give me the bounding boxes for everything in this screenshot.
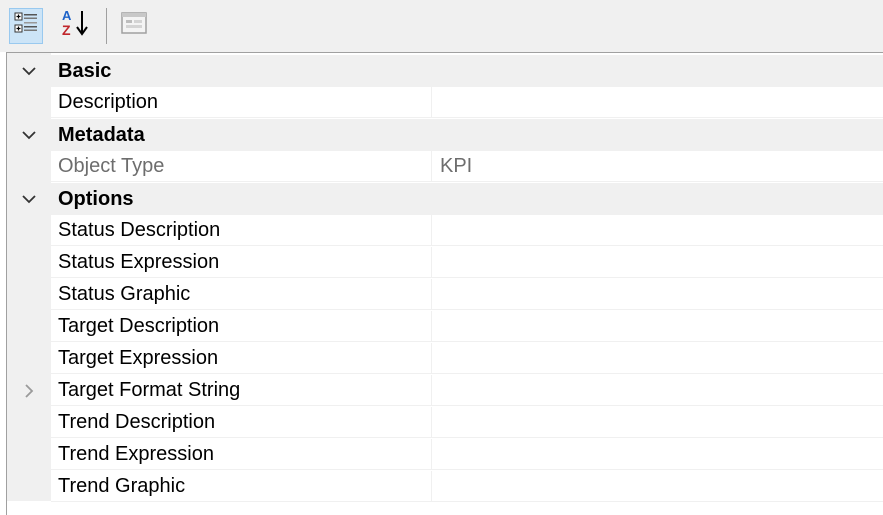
property-value[interactable] <box>431 87 883 118</box>
svg-text:A: A <box>62 8 72 23</box>
categorized-view-icon <box>13 10 39 42</box>
category-options[interactable]: Options <box>7 183 883 215</box>
property-value[interactable]: KPI <box>431 151 883 182</box>
property-name: Trend Graphic <box>51 471 431 502</box>
property-row-status-description[interactable]: Status Description <box>7 215 883 247</box>
property-value[interactable] <box>431 215 883 246</box>
property-row-status-expression[interactable]: Status Expression <box>7 247 883 279</box>
property-grid: Basic Description Metadata Object Type K… <box>6 52 883 515</box>
property-value[interactable] <box>431 343 883 374</box>
category-basic[interactable]: Basic <box>7 55 883 87</box>
property-value[interactable] <box>431 311 883 342</box>
alphabetical-sort-button[interactable]: A Z <box>55 8 95 44</box>
chevron-right-icon[interactable] <box>7 375 51 407</box>
property-value[interactable] <box>431 279 883 310</box>
categorized-view-button[interactable] <box>9 8 43 44</box>
property-name: Target Description <box>51 311 431 342</box>
category-metadata[interactable]: Metadata <box>7 119 883 151</box>
property-name: Object Type <box>51 151 431 182</box>
property-name: Target Expression <box>51 343 431 374</box>
property-row-object-type[interactable]: Object Type KPI <box>7 151 883 183</box>
property-toolbar: A Z <box>0 0 883 52</box>
property-value[interactable] <box>431 375 883 406</box>
property-pages-button[interactable] <box>116 8 152 44</box>
sort-az-icon: A Z <box>58 7 92 45</box>
property-name: Status Graphic <box>51 279 431 310</box>
property-name: Description <box>51 87 431 118</box>
property-value[interactable] <box>431 247 883 278</box>
property-name: Status Expression <box>51 247 431 278</box>
property-value[interactable] <box>431 439 883 470</box>
chevron-down-icon[interactable] <box>7 119 51 151</box>
property-value[interactable] <box>431 407 883 438</box>
svg-text:Z: Z <box>62 22 71 38</box>
property-row-trend-graphic[interactable]: Trend Graphic <box>7 471 883 503</box>
category-label: Metadata <box>58 124 145 146</box>
chevron-down-icon[interactable] <box>7 55 51 87</box>
category-label: Basic <box>58 60 112 82</box>
property-row-status-graphic[interactable]: Status Graphic <box>7 279 883 311</box>
property-row-trend-expression[interactable]: Trend Expression <box>7 439 883 471</box>
property-value[interactable] <box>431 471 883 502</box>
property-row-target-description[interactable]: Target Description <box>7 311 883 343</box>
property-row-target-expression[interactable]: Target Expression <box>7 343 883 375</box>
property-row-trend-description[interactable]: Trend Description <box>7 407 883 439</box>
chevron-down-icon[interactable] <box>7 183 51 215</box>
property-name: Target Format String <box>51 375 431 406</box>
property-name: Trend Expression <box>51 439 431 470</box>
category-label: Options <box>58 188 134 210</box>
property-pages-icon <box>119 10 149 42</box>
toolbar-separator <box>106 8 107 44</box>
property-name: Status Description <box>51 215 431 246</box>
property-row-target-format-string[interactable]: Target Format String <box>7 375 883 407</box>
property-row-description[interactable]: Description <box>7 87 883 119</box>
property-name: Trend Description <box>51 407 431 438</box>
